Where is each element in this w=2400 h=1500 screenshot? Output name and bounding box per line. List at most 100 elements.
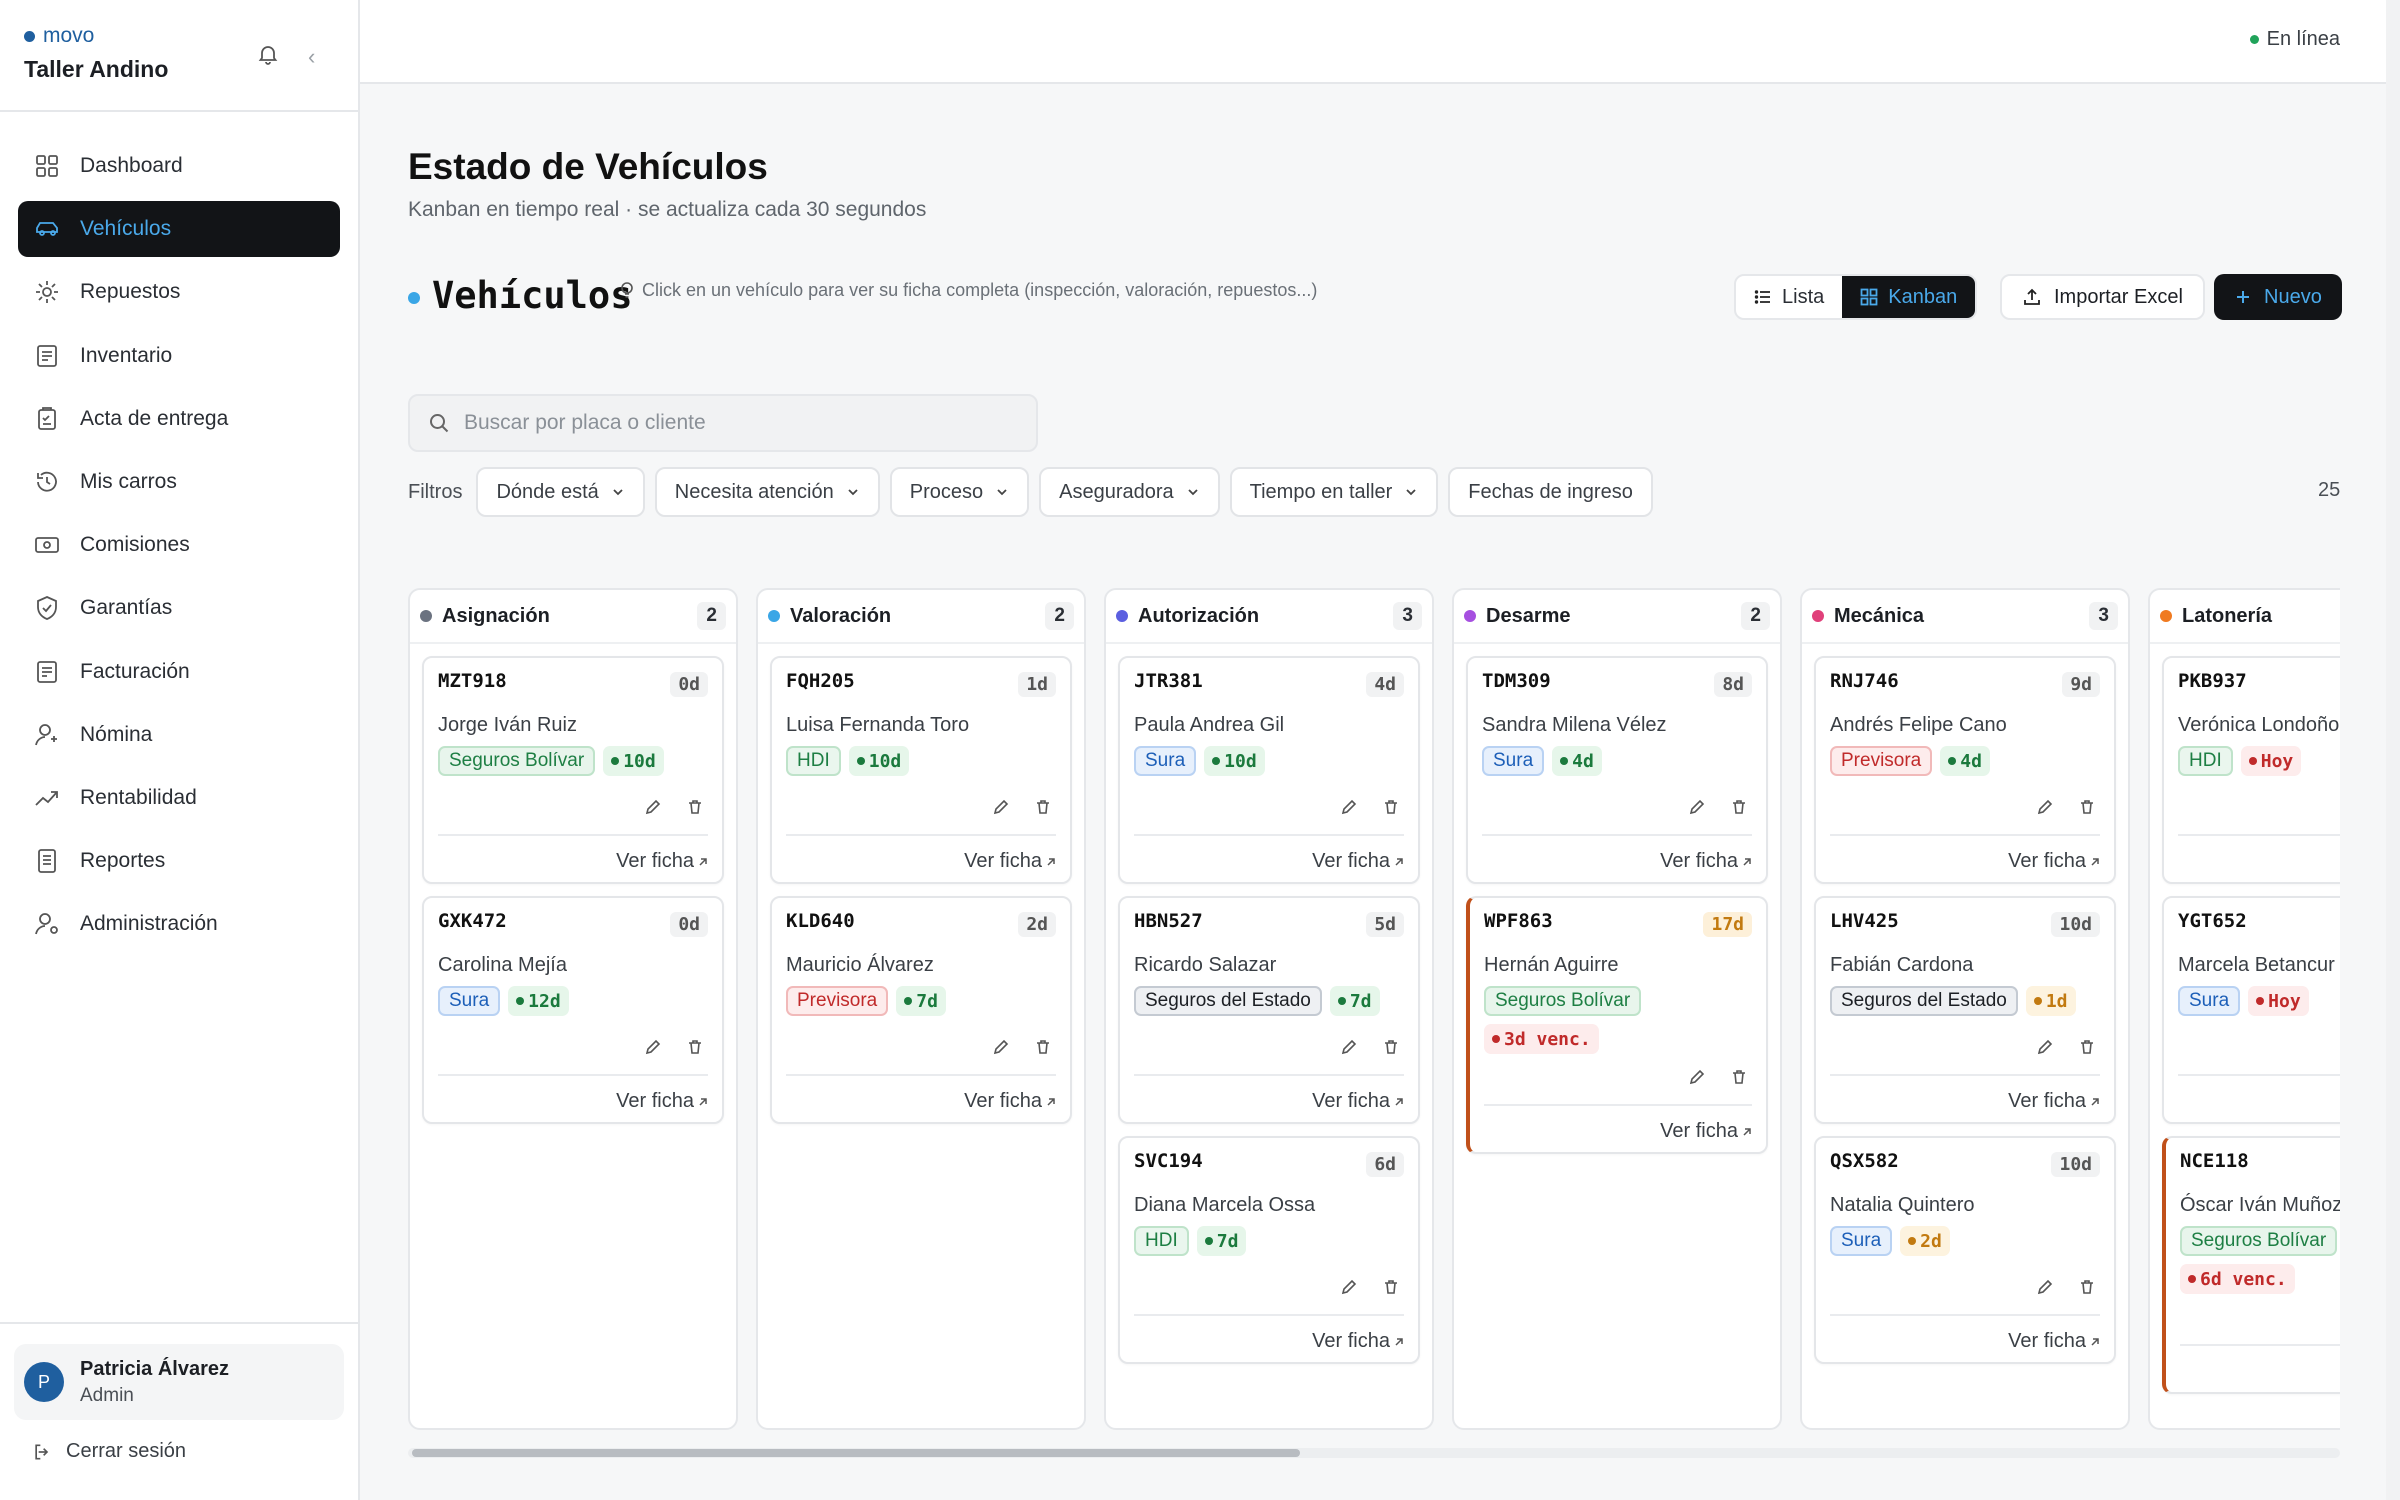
sidebar-item-rentabilidad[interactable]: Rentabilidad	[18, 770, 340, 826]
vehicle-card[interactable]: NCE118 Óscar Iván Muñoz Seguros Bolívar 6d …	[2162, 1136, 2340, 1394]
trash-icon[interactable]	[2078, 1038, 2096, 1056]
user-icon	[35, 723, 57, 745]
vehicle-card[interactable]: SVC194 6d Diana Marcela Ossa HDI 7d Ver ficha	[1118, 1136, 1420, 1364]
sidebar-item-reportes[interactable]: Reportes	[18, 833, 340, 889]
view-details-link[interactable]: Ver ficha	[1312, 1090, 1404, 1113]
edit-icon[interactable]	[2036, 1278, 2054, 1296]
edit-icon[interactable]	[2036, 798, 2054, 816]
filter-chip[interactable]: Tiempo en taller	[1229, 467, 1439, 517]
trash-icon[interactable]	[2078, 1278, 2096, 1296]
view-details-link[interactable]: Ver ficha	[1312, 850, 1404, 873]
vehicle-card[interactable]: LHV425 10d Fabián Cardona Seguros del Estad…	[1814, 896, 2116, 1124]
edit-icon[interactable]	[992, 798, 1010, 816]
sidebar-item-label: Administración	[80, 912, 218, 936]
trash-icon[interactable]	[1034, 1038, 1052, 1056]
edit-icon[interactable]	[1688, 1068, 1706, 1086]
view-details-link[interactable]: Ver ficha	[964, 850, 1056, 873]
sidebar-item-administracion[interactable]: Administración	[18, 896, 340, 952]
logout-button[interactable]: Cerrar sesión	[32, 1440, 186, 1463]
trash-icon[interactable]	[1034, 798, 1052, 816]
trash-icon[interactable]	[686, 1038, 704, 1056]
trash-icon[interactable]	[1382, 1038, 1400, 1056]
column-title: Valoración	[790, 604, 892, 627]
kanban-view-button[interactable]: Kanban	[1842, 276, 1976, 318]
vehicle-card[interactable]: WPF863 17d Hernán Aguirre Seguros Bolívar 3d…	[1466, 896, 1768, 1154]
edit-icon[interactable]	[992, 1038, 1010, 1056]
vehicle-plate: KLD640	[786, 910, 855, 932]
sla-badge: 7d	[1196, 1226, 1247, 1256]
vehicle-card[interactable]: KLD640 2d Mauricio Álvarez Previsora 7d Ver f…	[770, 896, 1072, 1124]
view-details-label: Ver ficha	[964, 850, 1042, 872]
view-details-link[interactable]: Ver ficha	[964, 1090, 1056, 1113]
trash-icon[interactable]	[1730, 1068, 1748, 1086]
view-details-link[interactable]: Ver ficha	[616, 1090, 708, 1113]
sidebar-item-comisiones[interactable]: Comisiones	[18, 517, 340, 573]
trash-icon[interactable]	[686, 798, 704, 816]
sidebar-item-mis-carros[interactable]: Mis carros	[18, 454, 340, 510]
sidebar-item-facturacion[interactable]: Facturación	[18, 644, 340, 700]
filter-chip-label: Proceso	[909, 480, 984, 503]
vehicle-card[interactable]: GXK472 0d Carolina Mejía Sura 12d Ver ficha	[422, 896, 724, 1124]
vehicle-card[interactable]: QSX582 10d Natalia Quintero Sura 2d Ver ficha	[1814, 1136, 2116, 1364]
trash-icon[interactable]	[2078, 798, 2096, 816]
filter-chip[interactable]: Dónde está	[476, 467, 645, 517]
card-tags: Seguros Bolívar	[2180, 1226, 2338, 1256]
sla-badge: 4d	[1940, 746, 1990, 776]
filter-chip[interactable]: Proceso	[889, 467, 1030, 517]
sla-value: 1d	[2045, 990, 2068, 1012]
import-excel-button[interactable]: Importar Excel	[2000, 274, 2205, 320]
trash-icon[interactable]	[1382, 1278, 1400, 1296]
sidebar-item-dashboard[interactable]: Dashboard	[18, 138, 340, 194]
board-scrollbar[interactable]	[408, 1448, 2340, 1458]
days-in-stage-badge: 2d	[1018, 912, 1056, 937]
vehicle-card[interactable]: HBN527 5d Ricardo Salazar Seguros del Estad…	[1118, 896, 1420, 1124]
sidebar-item-acta-de-entrega[interactable]: Acta de entrega	[18, 391, 340, 447]
vehicle-card[interactable]: MZT918 0d Jorge Iván Ruiz Seguros Bolívar 10…	[422, 656, 724, 884]
card-actions	[992, 798, 1052, 816]
collapse-sidebar-icon[interactable]: ‹	[308, 44, 315, 70]
edit-icon[interactable]	[1688, 798, 1706, 816]
edit-icon[interactable]	[1340, 798, 1358, 816]
client-name: Óscar Iván Muñoz	[2180, 1194, 2340, 1216]
page-scrollbar[interactable]	[2386, 0, 2400, 1500]
sidebar-item-nomina[interactable]: Nómina	[18, 707, 340, 763]
view-details-link[interactable]: Ver ficha	[616, 850, 708, 873]
sidebar-item-vehiculos[interactable]: Vehículos	[18, 201, 340, 258]
edit-icon[interactable]	[1340, 1038, 1358, 1056]
new-vehicle-button[interactable]: Nuevo	[2214, 274, 2342, 320]
user-card[interactable]: P Patricia Álvarez Admin	[14, 1344, 344, 1420]
view-details-link[interactable]: Ver ficha	[2008, 1330, 2100, 1353]
sla-badge: Hoy	[2240, 746, 2302, 776]
vehicle-card[interactable]: TDM309 8d Sandra Milena Vélez Sura 4d Ver fic…	[1466, 656, 1768, 884]
trash-icon[interactable]	[1382, 798, 1400, 816]
bell-icon[interactable]	[256, 42, 280, 66]
vehicle-card[interactable]: YGT652Marcela BetancurSuraHoyVer ficha	[2162, 896, 2340, 1124]
trash-icon[interactable]	[1730, 798, 1748, 816]
sidebar-item-garantias[interactable]: Garantías	[18, 580, 340, 636]
edit-icon[interactable]	[644, 1038, 662, 1056]
filter-chip[interactable]: Aseguradora	[1039, 467, 1220, 517]
sidebar-item-repuestos[interactable]: Repuestos	[18, 264, 340, 320]
report-icon	[38, 849, 56, 873]
vehicle-card[interactable]: FQH205 1d Luisa Fernanda Toro HDI 10d Ver fic…	[770, 656, 1072, 884]
board-scrollbar-thumb[interactable]	[412, 1449, 1300, 1457]
filter-chip[interactable]: Necesita atención	[654, 467, 880, 517]
client-name: Ricardo Salazar	[1134, 954, 1277, 976]
list-view-button[interactable]: Lista	[1736, 276, 1842, 318]
view-details-link[interactable]: Ver ficha	[1660, 850, 1752, 873]
vehicle-card[interactable]: RNJ746 9d Andrés Felipe Cano Previsora 4d Ver…	[1814, 656, 2116, 884]
edit-icon[interactable]	[644, 798, 662, 816]
brand-logo[interactable]: movo	[24, 24, 168, 48]
filter-chip[interactable]: Fechas de ingreso	[1448, 467, 1653, 517]
view-details-link[interactable]: Ver ficha	[1660, 1120, 1752, 1143]
vehicle-card[interactable]: PKB937Verónica LondoñoHDIHoyVer ficha	[2162, 656, 2340, 884]
view-details-link[interactable]: Ver ficha	[2008, 850, 2100, 873]
search-input[interactable]	[464, 411, 1004, 435]
view-details-link[interactable]: Ver ficha	[2008, 1090, 2100, 1113]
edit-icon[interactable]	[1340, 1278, 1358, 1296]
view-details-label: Ver ficha	[1312, 850, 1390, 872]
view-details-link[interactable]: Ver ficha	[1312, 1330, 1404, 1353]
edit-icon[interactable]	[2036, 1038, 2054, 1056]
vehicle-card[interactable]: JTR381 4d Paula Andrea Gil Sura 10d Ver ficha	[1118, 656, 1420, 884]
sidebar-item-inventario[interactable]: Inventario	[18, 328, 340, 384]
